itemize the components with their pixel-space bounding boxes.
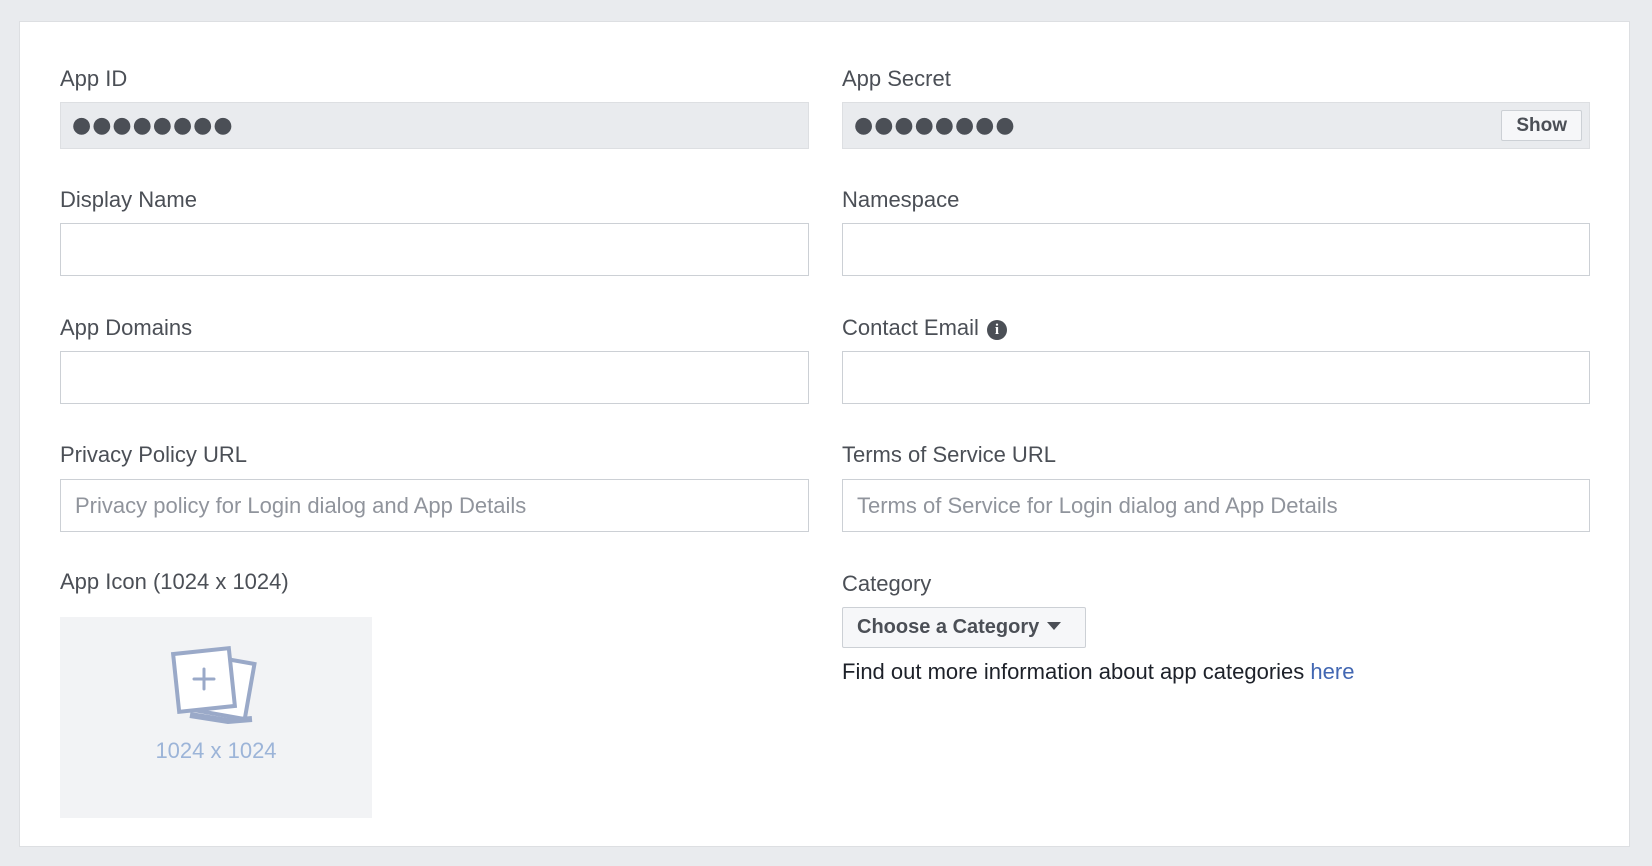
privacy-policy-url-input[interactable]	[60, 479, 809, 532]
display-name-label: Display Name	[60, 187, 197, 212]
app-secret-label: App Secret	[842, 66, 951, 91]
app-icon-upload[interactable]: 1024 x 1024	[60, 617, 372, 818]
category-info-text: Find out more information about app cate…	[842, 659, 1354, 685]
terms-of-service-url-label: Terms of Service URL	[842, 442, 1056, 467]
app-secret-field: ●●●●●●●● Show	[842, 102, 1590, 149]
contact-email-label-text: Contact Email	[842, 315, 979, 340]
show-secret-button[interactable]: Show	[1501, 110, 1582, 141]
app-icon-size-text: 1024 x 1024	[155, 738, 277, 763]
info-circle-icon[interactable]: i	[986, 320, 1007, 340]
app-id-field: ●●●●●●●●	[60, 102, 809, 149]
namespace-label: Namespace	[842, 187, 960, 212]
display-name-input[interactable]	[60, 223, 809, 276]
category-dropdown[interactable]: Choose a Category	[842, 607, 1086, 648]
app-id-masked-value: ●●●●●●●●	[72, 113, 234, 138]
app-domains-label: App Domains	[60, 315, 193, 340]
category-dropdown-label: Choose a Category	[857, 616, 1040, 638]
contact-email-input[interactable]	[842, 351, 1590, 404]
category-info-link[interactable]: here	[1310, 659, 1354, 684]
app-secret-masked-value: ●●●●●●●●	[854, 113, 1016, 138]
app-domains-input[interactable]	[60, 351, 809, 404]
app-id-label: App ID	[60, 66, 128, 91]
add-image-icon	[170, 646, 257, 725]
app-icon-label: App Icon (1024 x 1024)	[60, 569, 289, 594]
contact-email-label: Contact Email i	[842, 315, 1007, 341]
caret-down-icon	[1047, 622, 1062, 630]
privacy-policy-url-label: Privacy Policy URL	[60, 442, 248, 467]
terms-of-service-url-input[interactable]	[842, 479, 1590, 532]
category-info-sentence: Find out more information about app cate…	[842, 659, 1305, 684]
category-label: Category	[842, 571, 932, 596]
namespace-input[interactable]	[842, 223, 1590, 276]
